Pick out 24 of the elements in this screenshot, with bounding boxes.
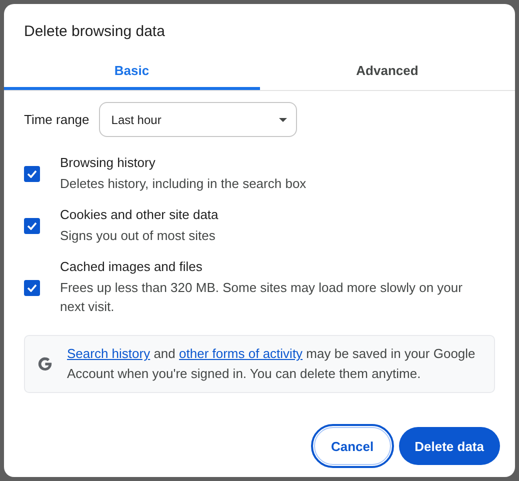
delete-button[interactable]: Delete data (398, 427, 500, 465)
g-logo-icon (37, 356, 53, 372)
info-link[interactable]: other forms of activity (179, 346, 303, 361)
option-title: Cached images and files (60, 259, 204, 274)
checkbox[interactable] (24, 166, 40, 182)
tab[interactable]: Basic (4, 53, 260, 90)
cancel-button[interactable]: Cancel (314, 427, 391, 465)
checkbox[interactable] (24, 218, 40, 234)
info-text: Search history and other forms of activity may be saved in your Google Account when you're signed in. You can delete them anytime. (67, 345, 476, 383)
check-icon (27, 222, 37, 230)
tab[interactable]: Advanced (260, 53, 515, 90)
option-description: Signs you out of most sites (60, 227, 216, 245)
caret-icon (279, 118, 288, 122)
check-icon (27, 284, 37, 292)
option-title: Browsing history (60, 155, 156, 170)
option-description: Deletes history, including in the search box (60, 175, 306, 193)
time-range-label: Time range (24, 112, 90, 127)
dialog-title: Delete browsing data (23, 22, 166, 42)
option-title: Cookies and other site data (60, 207, 218, 222)
time-range-dropdown[interactable]: Last hour (99, 102, 298, 137)
option-description: Frees up less than 320 MB. Some sites may load more slowly on your next visit. (60, 279, 464, 316)
checkbox[interactable] (24, 280, 40, 296)
info-link[interactable]: Search history (67, 346, 150, 361)
check-icon (27, 170, 37, 178)
